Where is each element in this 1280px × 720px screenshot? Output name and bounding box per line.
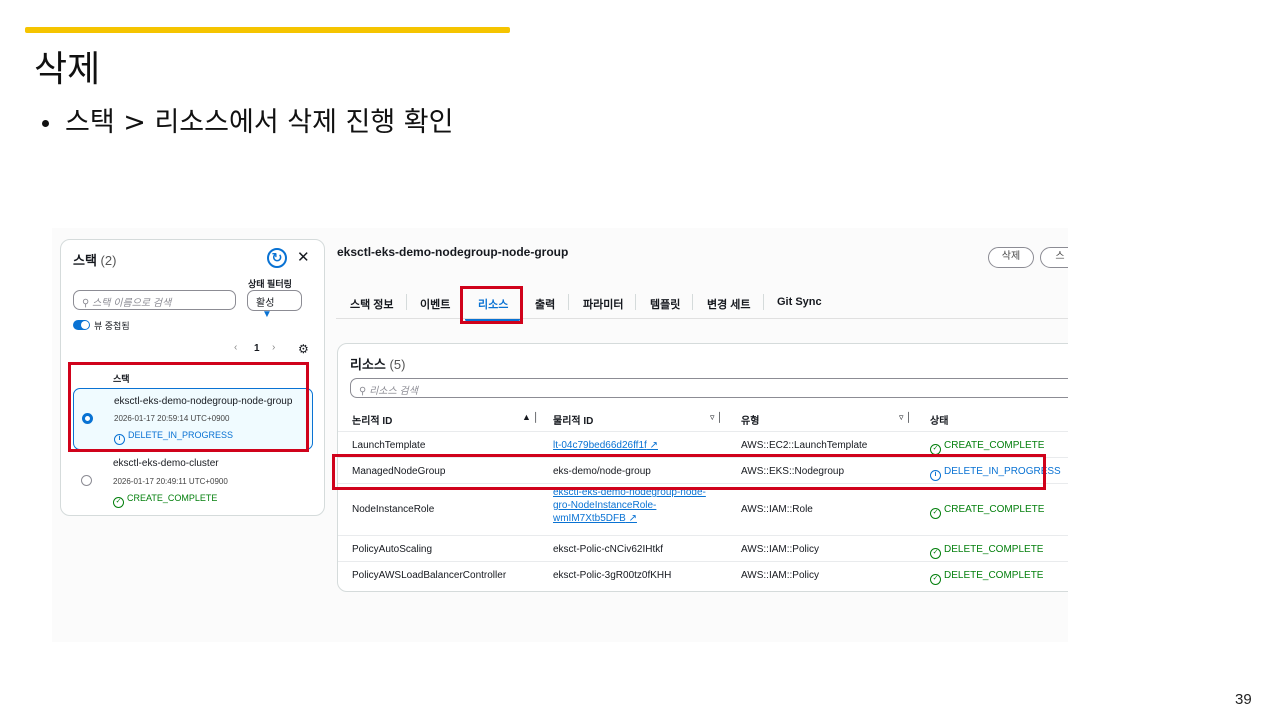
console-screenshot: 스택 (2) ↻ ✕ 상태 필터링 ⚲ 스택 이름으로 검색 활성 ▼ 뷰 중첩… [52, 228, 1068, 642]
slide-title: 삭제 [34, 49, 101, 90]
next-page-icon[interactable]: › [272, 342, 275, 353]
sort-icon[interactable]: ▿ │ [710, 412, 723, 423]
bullet-text: 스택 > 리소스에서 삭제 진행 확인 [65, 107, 454, 138]
column-physical-id[interactable]: 물리적 ID [553, 412, 593, 427]
sort-icon[interactable]: ▿ │ [899, 412, 912, 423]
column-status[interactable]: 상태 [930, 412, 948, 427]
highlight-box [68, 362, 309, 452]
page-number: 39 [1235, 691, 1252, 708]
stack-detail-title: eksctl-eks-demo-nodegroup-node-group [337, 245, 569, 259]
check-circle-icon: ✓ [930, 508, 941, 519]
table-row: PolicyAWSLoadBalancerController eksct-Po… [338, 561, 1068, 587]
tab-outputs[interactable]: 출력 [535, 296, 555, 312]
stack-search-input[interactable]: ⚲ 스택 이름으로 검색 [73, 290, 236, 310]
page-number[interactable]: 1 [254, 343, 260, 354]
tab-stack-info[interactable]: 스택 정보 [350, 296, 394, 312]
resources-heading: 리소스 (5) [350, 357, 406, 372]
stack-detail: eksctl-eks-demo-nodegroup-node-group 삭제 … [332, 228, 1068, 642]
toggle-label: 뷰 중첩됨 [94, 321, 130, 331]
table-row: NodeInstanceRole eksctl-eks-demo-nodegro… [338, 483, 1068, 535]
table-row: PolicyAutoScaling eksct-Polic-cNCiv62IHt… [338, 535, 1068, 561]
stack-time: 2026-01-17 20:49:11 UTC+0900 [113, 477, 228, 486]
refresh-icon[interactable]: ↻ [267, 248, 287, 268]
caret-down-icon: ▼ [262, 309, 272, 320]
row-highlight-box [332, 454, 1046, 490]
stacks-heading: 스택 (2) [73, 253, 117, 268]
column-type[interactable]: 유형 [741, 412, 759, 427]
check-circle-icon: ✓ [930, 574, 941, 585]
tab-change-sets[interactable]: 변경 세트 [707, 296, 751, 312]
tab-events[interactable]: 이벤트 [420, 296, 450, 312]
tab-git-sync[interactable]: Git Sync [777, 296, 822, 308]
more-button[interactable]: 스 [1040, 247, 1068, 268]
slide-bullet: 스택 > 리소스에서 삭제 진행 확인 [42, 100, 453, 139]
resource-search-input[interactable]: ⚲ 리소스 검색 [350, 378, 1068, 398]
close-icon[interactable]: ✕ [297, 248, 310, 266]
settings-gear-icon[interactable]: ⚙ [298, 342, 309, 356]
stack-status: ✓ CREATE_COMPLETE [113, 493, 217, 508]
radio-unselected[interactable] [81, 475, 92, 486]
physical-id-link[interactable]: lt-04c79bed66d26ff1f ↗ [553, 440, 658, 451]
delete-button[interactable]: 삭제 [988, 247, 1034, 268]
tab-template[interactable]: 템플릿 [650, 296, 680, 312]
tab-highlight-box [460, 286, 523, 324]
accent-bar [25, 27, 510, 33]
stack-name[interactable]: eksctl-eks-demo-cluster [113, 458, 219, 469]
check-circle-icon: ✓ [930, 548, 941, 559]
status-filter-select[interactable]: 활성 ▼ [247, 290, 302, 320]
bullet-icon [42, 120, 49, 127]
tab-parameters[interactable]: 파라미터 [583, 296, 623, 312]
column-logical-id[interactable]: 논리적 ID [352, 412, 392, 427]
filter-label: 상태 필터링 [248, 279, 292, 289]
physical-id-link[interactable]: eksctl-eks-demo-nodegroup-node-gro-NodeI… [553, 486, 706, 525]
sort-asc-icon[interactable]: ▲ │ [522, 412, 539, 422]
check-circle-icon: ✓ [113, 497, 124, 508]
nested-view-toggle[interactable] [73, 320, 90, 330]
prev-page-icon[interactable]: ‹ [234, 342, 237, 353]
